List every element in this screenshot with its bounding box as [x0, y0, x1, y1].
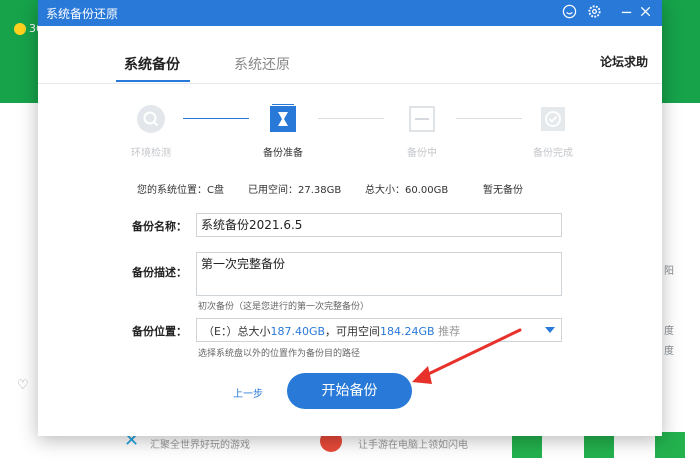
close-icon[interactable]: [635, 2, 655, 22]
backup-location-hint: 选择系统盘以外的位置作为备份目的路径: [198, 349, 361, 359]
drive-label: （E：）总大小: [203, 325, 271, 338]
backup-location-select[interactable]: （E：）总大小187.40GB，可用空间184.24GB 推荐: [196, 318, 562, 342]
free-space-label: ，可用空间: [325, 325, 381, 338]
background-left-panel: [0, 103, 38, 461]
step-label-backup-complete: 备份完成: [533, 148, 573, 159]
backup-name-label: 备份名称：: [132, 220, 187, 233]
total-size-info: 总大小：60.00GB: [365, 185, 449, 196]
backup-location-label: 备份位置：: [132, 325, 187, 338]
support-icon[interactable]: [559, 2, 579, 22]
tabs-divider: [38, 83, 662, 84]
backup-restore-dialog: 系统备份还原 系统备份 系统还原 论坛求助 环境检测 备份准备 备份中 备份完成…: [38, 0, 662, 436]
backup-status-info: 暂无备份: [483, 185, 523, 196]
used-space-info: 已用空间：27.38GB: [248, 185, 342, 196]
recommended-tag: 推荐: [438, 325, 461, 338]
drive-free-space: 184.24GB: [380, 325, 435, 338]
background-bottom-item: 让手游在电脑上领如闪电: [358, 440, 468, 451]
magnifier-icon: [136, 104, 166, 134]
background-right-panel: [662, 103, 700, 461]
system-location-info: 您的系统位置：C盘: [137, 185, 224, 196]
backup-description-textarea[interactable]: 第一次完整备份: [196, 252, 562, 296]
active-tab-indicator: [116, 80, 190, 82]
app-logo-icon: [14, 23, 26, 35]
step-label-backup-prepare: 备份准备: [263, 148, 303, 159]
previous-step-button[interactable]: 上一步: [233, 385, 263, 400]
heart-icon[interactable]: ♡: [17, 378, 29, 393]
hourglass-icon: [268, 103, 298, 134]
start-backup-button[interactable]: 开始备份: [287, 373, 412, 409]
tab-system-restore[interactable]: 系统还原: [234, 54, 290, 74]
settings-gear-icon[interactable]: [584, 2, 604, 22]
step-connector: [318, 118, 384, 119]
drive-icon: [407, 104, 437, 134]
drive-total-size: 187.40GB: [270, 325, 326, 338]
check-shield-icon: [538, 104, 568, 134]
step-connector: [183, 118, 249, 119]
chevron-down-icon[interactable]: [545, 327, 555, 333]
backup-name-input[interactable]: 系统备份2021.6.5: [196, 213, 562, 237]
backup-description-hint: 初次备份（这是您进行的第一次完整备份）: [198, 302, 370, 312]
step-label-environment-check: 环境检测: [131, 148, 171, 159]
backup-description-label: 备份描述：: [132, 266, 187, 279]
dialog-titlebar[interactable]: 系统备份还原: [38, 0, 662, 26]
step-label-backing-up: 备份中: [407, 148, 437, 159]
background-side-text: 度: [664, 346, 674, 357]
minimize-icon[interactable]: [616, 2, 636, 22]
background-bottom-item: 汇聚全世界好玩的游戏: [150, 440, 250, 451]
step-connector: [456, 118, 522, 119]
dialog-title: 系统备份还原: [46, 7, 119, 21]
background-side-text: 度: [664, 326, 674, 337]
background-side-text: 阳: [664, 266, 674, 277]
tab-system-backup[interactable]: 系统备份: [124, 54, 180, 74]
forum-help-link[interactable]: 论坛求助: [600, 53, 648, 70]
